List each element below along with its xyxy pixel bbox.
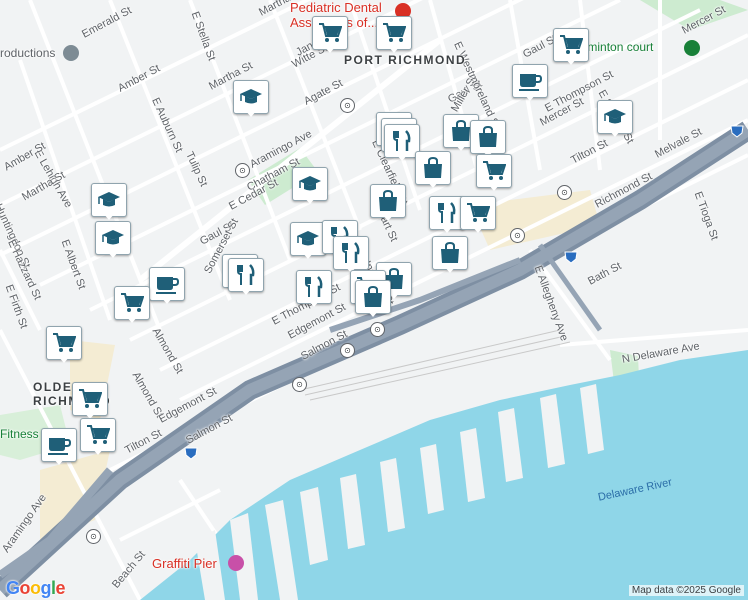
map-marker[interactable]	[597, 100, 633, 140]
shopping-cart-icon	[72, 382, 108, 416]
transit-stop-icon[interactable]: ⊙	[340, 343, 355, 358]
map-marker[interactable]	[415, 151, 451, 191]
transit-stop-icon[interactable]: ⊙	[86, 529, 101, 544]
map-marker[interactable]	[476, 154, 512, 194]
shopping-cart-icon	[114, 286, 150, 320]
map-marker[interactable]	[290, 222, 326, 262]
map-marker[interactable]	[80, 418, 116, 458]
graduation-cap-icon	[91, 183, 127, 217]
interstate-95-shield-icon	[184, 447, 198, 460]
shopping-bag-icon	[355, 280, 391, 314]
shopping-bag-icon	[432, 236, 468, 270]
map-marker[interactable]	[95, 221, 131, 261]
map-marker[interactable]	[355, 280, 391, 320]
transit-stop-icon[interactable]: ⊙	[557, 185, 572, 200]
map-marker[interactable]	[149, 267, 185, 307]
map-marker[interactable]	[376, 16, 412, 56]
coffee-cup-icon	[512, 64, 548, 98]
map-marker[interactable]	[292, 167, 328, 207]
map-marker[interactable]	[72, 382, 108, 422]
transit-stop-icon[interactable]: ⊙	[235, 163, 250, 178]
shopping-cart-icon	[553, 28, 589, 62]
map-marker[interactable]	[296, 270, 332, 310]
map-marker[interactable]	[114, 286, 150, 326]
shopping-bag-icon	[415, 151, 451, 185]
poi-label-productions[interactable]: roductions	[0, 46, 55, 60]
poi-label-graffiti-pier[interactable]: Graffiti Pier	[152, 556, 217, 571]
map-marker[interactable]	[233, 80, 269, 120]
map-marker[interactable]	[512, 64, 548, 104]
graduation-cap-icon	[292, 167, 328, 201]
coffee-cup-icon	[149, 267, 185, 301]
shopping-cart-icon	[80, 418, 116, 452]
transit-stop-icon[interactable]: ⊙	[510, 228, 525, 243]
graduation-cap-icon	[597, 100, 633, 134]
shopping-cart-icon	[46, 326, 82, 360]
map-canvas[interactable]: ⊙ ⊙ ⊙ ⊙ ⊙ ⊙ ⊙ ⊙ Emerald St Amber St E Aubu…	[0, 0, 748, 600]
shopping-cart-icon	[460, 196, 496, 230]
map-marker[interactable]	[432, 236, 468, 276]
fork-knife-icon	[228, 258, 264, 292]
fork-knife-icon	[333, 236, 369, 270]
map-attribution[interactable]: Map data ©2025 Google	[628, 585, 744, 596]
interstate-95-shield-icon	[564, 251, 578, 264]
poi-label-fitness[interactable]: Fitness	[0, 427, 39, 441]
map-marker[interactable]	[460, 196, 496, 236]
shopping-cart-icon	[312, 16, 348, 50]
transit-stop-icon[interactable]: ⊙	[370, 322, 385, 337]
graduation-cap-icon	[95, 221, 131, 255]
google-logo: Google	[6, 578, 66, 598]
transit-stop-icon[interactable]: ⊙	[340, 98, 355, 113]
productions-pin-icon[interactable]	[63, 45, 79, 61]
graffiti-pier-pin-icon[interactable]	[228, 555, 244, 571]
map-marker[interactable]	[312, 16, 348, 56]
interstate-95-shield-icon	[730, 125, 744, 138]
transit-stop-icon[interactable]: ⊙	[292, 377, 307, 392]
graduation-cap-icon	[233, 80, 269, 114]
badminton-pin-icon[interactable]	[684, 40, 700, 56]
shopping-cart-icon	[376, 16, 412, 50]
map-marker[interactable]	[370, 184, 406, 224]
map-marker[interactable]	[41, 428, 77, 468]
shopping-bag-icon	[470, 120, 506, 154]
map-marker[interactable]	[553, 28, 589, 68]
map-marker[interactable]	[46, 326, 82, 366]
shopping-cart-icon	[476, 154, 512, 188]
shopping-bag-icon	[370, 184, 406, 218]
map-marker[interactable]	[228, 258, 264, 298]
fork-knife-icon	[296, 270, 332, 304]
map-marker[interactable]	[91, 183, 127, 223]
graduation-cap-icon	[290, 222, 326, 256]
coffee-cup-icon	[41, 428, 77, 462]
